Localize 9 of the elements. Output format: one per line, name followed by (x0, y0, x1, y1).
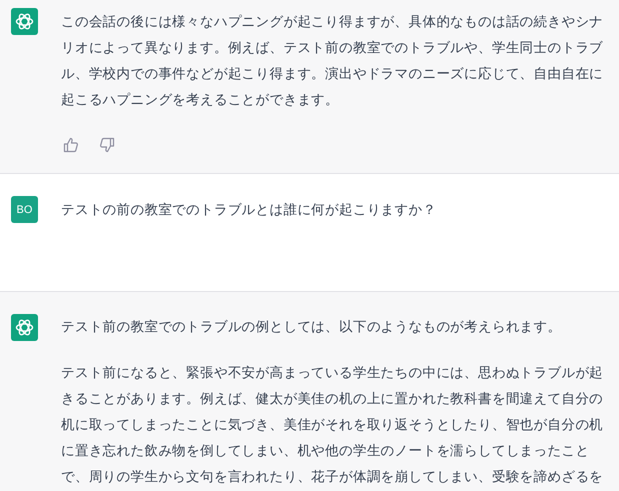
thumbs-up-icon[interactable] (63, 137, 79, 153)
message-text: この会話の後には様々なハプニングが起こり得ますが、具体的なものは話の続きやシナリオによって異なります。例えば、テスト前の教室でのトラブルや、学生同士のトラブル、学校内での事件などが起こり得ます。演出やドラマのニーズに応じて、自由自在に起こるハプニングを考えることができます。 (61, 13, 604, 110)
user-avatar: BO (11, 196, 38, 223)
assistant-logo-icon (11, 8, 38, 35)
message-text: テスト前になると、緊張や不安が高まっている学生たちの中には、思わぬトラブルが起きることがあります。例えば、健太が美佳の机の上に置かれた教科書を間違えて自分の机に取ってしまったことに気づき、美佳がそれを取り返そうとしたり、智也が自分の机に置き忘れた飲み物を倒してしまい、机や他の学生のノートを濡らしてしまったことで、周りの学生から文句を言われたり、花子が体調を崩してしまい、受験を諦めざるを (61, 364, 604, 487)
assistant-logo-icon (11, 314, 38, 341)
message-text: テストの前の教室でのトラブルとは誰に何が起こりますか？ (61, 201, 438, 220)
message-text: テスト前の教室でのトラブルの例としては、以下のようなものが考えられます。 (61, 318, 562, 337)
thumbs-down-icon[interactable] (99, 137, 115, 153)
